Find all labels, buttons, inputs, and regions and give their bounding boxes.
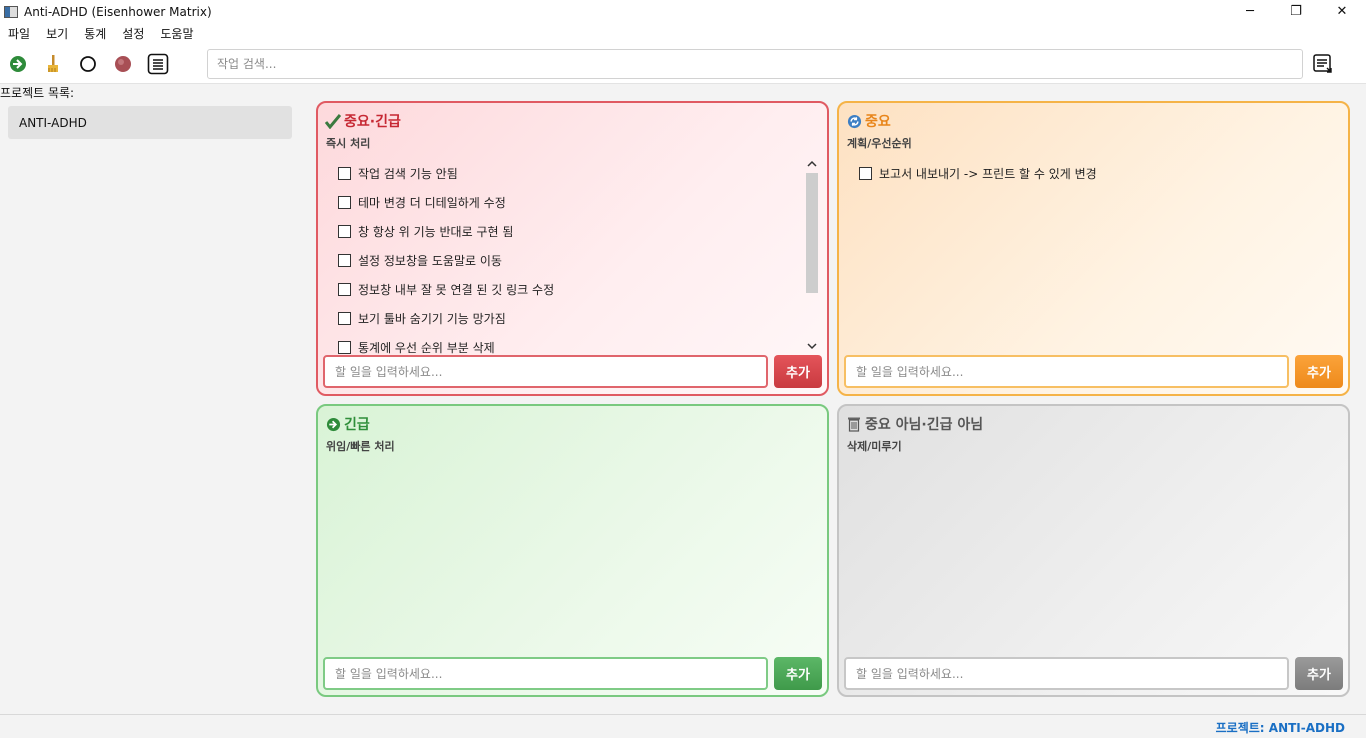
menu-bar: 파일 보기 통계 설정 도움말 (0, 23, 1366, 44)
task-text: 보고서 내보내기 -> 프린트 할 수 있게 변경 (879, 167, 1097, 181)
task-list: 보고서 내보내기 -> 프린트 할 수 있게 변경 (849, 159, 1337, 354)
quadrant-subtitle: 즉시 처리 (326, 137, 371, 150)
quadrant-header: 중요 (846, 111, 891, 131)
checkmark-icon (325, 113, 341, 129)
close-button[interactable]: ✕ (1319, 0, 1365, 23)
menu-stats[interactable]: 통계 (76, 25, 114, 42)
list-icon[interactable] (140, 47, 175, 81)
quadrant-header: 중요·긴급 (325, 111, 401, 131)
add-task-button[interactable]: 추가 (1295, 355, 1343, 388)
task-checkbox[interactable] (859, 167, 872, 180)
task-checkbox[interactable] (338, 341, 351, 354)
status-project-label: 프로젝트: ANTI-ADHD (1215, 721, 1345, 735)
scroll-down-arrow-icon[interactable] (804, 339, 820, 353)
task-item[interactable]: 창 항상 위 기능 반대로 구현 됨 (328, 217, 816, 246)
toolbar (0, 44, 1366, 84)
app-icon (4, 5, 18, 18)
quadrant-subtitle: 삭제/미루기 (847, 440, 902, 453)
scrollbar-track[interactable] (804, 171, 820, 339)
task-item[interactable]: 통계에 우선 순위 부분 삭제 (328, 333, 816, 354)
quadrant-important: 중요 계획/우선순위 보고서 내보내기 -> 프린트 할 수 있게 변경 추가 (837, 101, 1350, 396)
toolbar-icons (0, 44, 180, 84)
quadrant-subtitle: 계획/우선순위 (847, 137, 912, 150)
task-item[interactable]: 정보창 내부 잘 못 연결 된 깃 링크 수정 (328, 275, 816, 304)
status-bar: 프로젝트: ANTI-ADHD (0, 714, 1366, 738)
add-task-button[interactable]: 추가 (774, 355, 822, 388)
task-item[interactable]: 설정 정보창을 도움말로 이동 (328, 246, 816, 275)
task-text: 작업 검색 기능 안됨 (358, 167, 458, 181)
arrow-right-circle-icon[interactable] (0, 47, 35, 81)
task-checkbox[interactable] (338, 254, 351, 267)
task-input[interactable] (323, 355, 768, 388)
scrollbar-thumb[interactable] (806, 173, 818, 293)
task-checkbox[interactable] (338, 225, 351, 238)
menu-file[interactable]: 파일 (0, 25, 38, 42)
export-list-icon[interactable] (1308, 49, 1338, 79)
quadrant-urgent-important: 중요·긴급 즉시 처리 작업 검색 기능 안됨 테마 변경 더 디테일하게 수정… (316, 101, 829, 396)
search-input[interactable] (207, 49, 1303, 79)
task-item[interactable]: 테마 변경 더 디테일하게 수정 (328, 188, 816, 217)
quadrant-title: 중요·긴급 (344, 114, 401, 130)
menu-settings[interactable]: 설정 (114, 25, 152, 42)
trash-icon (846, 416, 862, 432)
task-checkbox[interactable] (338, 196, 351, 209)
broom-icon[interactable] (35, 47, 70, 81)
task-input[interactable] (844, 657, 1289, 690)
menu-view[interactable]: 보기 (38, 25, 76, 42)
quadrant-title: 중요 (865, 114, 891, 130)
arrow-right-circle-icon (325, 416, 341, 432)
task-checkbox[interactable] (338, 312, 351, 325)
window-title: Anti-ADHD (Eisenhower Matrix) (24, 4, 212, 19)
scroll-up-arrow-icon[interactable] (804, 157, 820, 171)
task-text: 창 항상 위 기능 반대로 구현 됨 (358, 225, 514, 239)
quadrant-title: 긴급 (344, 417, 370, 433)
circle-outline-icon[interactable] (70, 47, 105, 81)
menu-help[interactable]: 도움말 (152, 25, 201, 42)
maximize-button[interactable]: ❐ (1273, 0, 1319, 23)
task-item[interactable]: 보고서 내보내기 -> 프린트 할 수 있게 변경 (849, 159, 1337, 188)
record-dot-icon[interactable] (105, 47, 140, 81)
minimize-button[interactable]: ─ (1227, 0, 1273, 23)
project-item[interactable]: ANTI-ADHD (8, 106, 292, 139)
task-input[interactable] (323, 657, 768, 690)
task-text: 테마 변경 더 디테일하게 수정 (358, 196, 506, 210)
project-list-label: 프로젝트 목록: (0, 86, 75, 100)
task-text: 설정 정보창을 도움말로 이동 (358, 254, 502, 268)
task-list: 작업 검색 기능 안됨 테마 변경 더 디테일하게 수정 창 항상 위 기능 반… (328, 159, 816, 354)
task-item[interactable]: 보기 툴바 숨기기 기능 망가짐 (328, 304, 816, 333)
title-bar: Anti-ADHD (Eisenhower Matrix) ─ ❐ ✕ (0, 0, 1366, 23)
task-checkbox[interactable] (338, 167, 351, 180)
quadrant-urgent: 긴급 위임/빠른 처리 추가 (316, 404, 829, 697)
task-item[interactable]: 작업 검색 기능 안됨 (328, 159, 816, 188)
task-input[interactable] (844, 355, 1289, 388)
task-checkbox[interactable] (338, 283, 351, 296)
quadrant-header: 긴급 (325, 414, 370, 434)
quadrant-not-important-not-urgent: 중요 아님·긴급 아님 삭제/미루기 추가 (837, 404, 1350, 697)
quadrant-title: 중요 아님·긴급 아님 (865, 417, 984, 433)
task-text: 정보창 내부 잘 못 연결 된 깃 링크 수정 (358, 283, 555, 297)
quadrant-header: 중요 아님·긴급 아님 (846, 414, 983, 434)
task-text: 통계에 우선 순위 부분 삭제 (358, 341, 495, 354)
quadrant-subtitle: 위임/빠른 처리 (326, 440, 395, 453)
refresh-icon (846, 113, 862, 129)
task-list-scrollbar[interactable] (804, 157, 820, 353)
add-task-button[interactable]: 추가 (1295, 657, 1343, 690)
task-text: 보기 툴바 숨기기 기능 망가짐 (358, 312, 506, 326)
add-task-button[interactable]: 추가 (774, 657, 822, 690)
